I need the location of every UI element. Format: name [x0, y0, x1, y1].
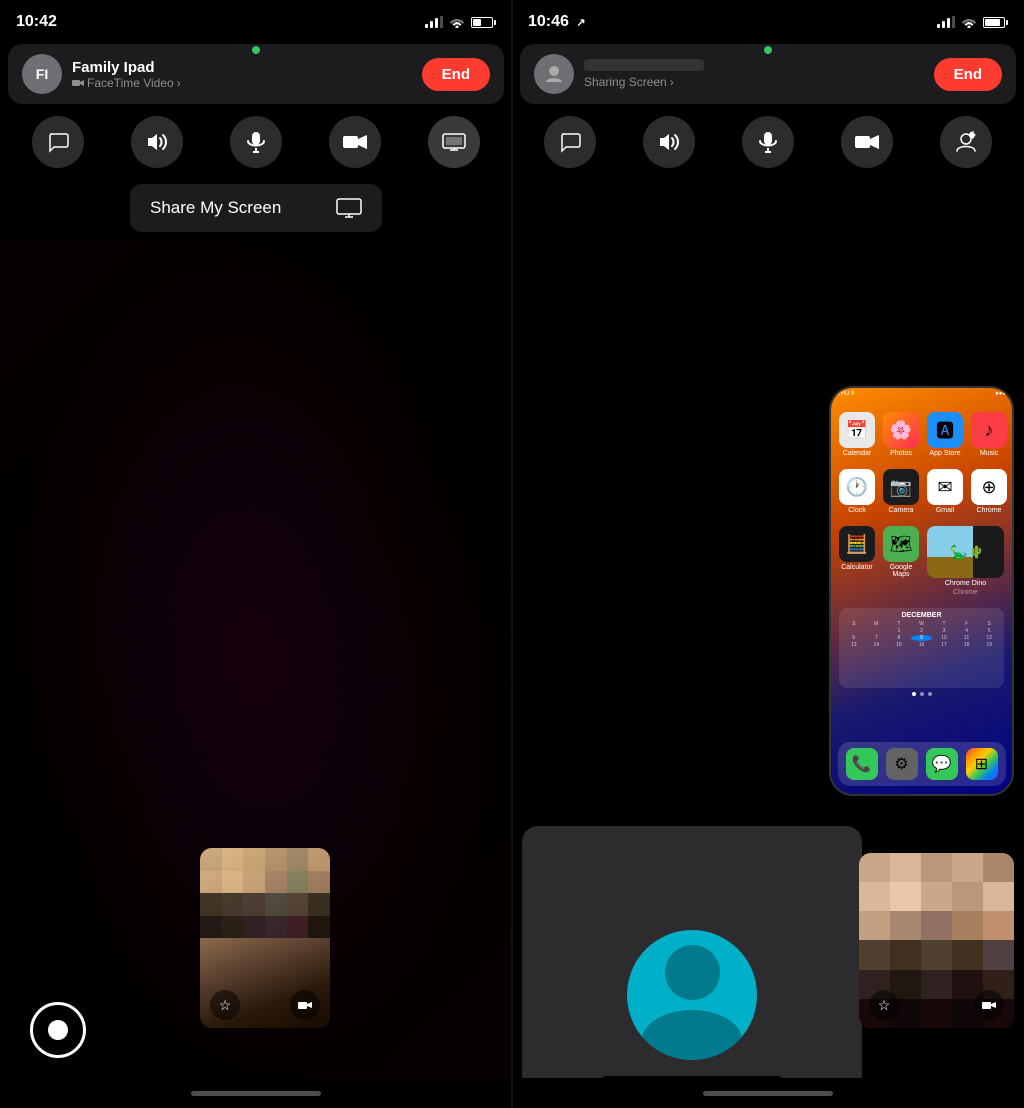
left-video-area: ☆ [0, 240, 512, 1078]
app-grid-row3: 🧮 Calculator 🗺 Google Maps 🦕 🌵 [831, 518, 1012, 604]
right-message-button[interactable] [544, 116, 596, 168]
right-home-indicator [512, 1078, 1024, 1108]
app-calculator-icon: 🧮 [839, 526, 875, 562]
left-thumb-camera-button[interactable] [290, 990, 320, 1020]
right-battery-icon [983, 17, 1008, 28]
app-chrome-icon: ⊕ [971, 469, 1007, 505]
left-mic-button[interactable] [230, 116, 282, 168]
left-thumb-star-button[interactable]: ☆ [210, 990, 240, 1020]
left-screen-share-button[interactable] [428, 116, 480, 168]
app-grid-row2: 🕐 Clock 📷 Camera ✉ Gmail ⊕ Chrome [831, 461, 1012, 522]
left-call-subtitle: FaceTime Video › [72, 76, 181, 90]
left-controls-row [8, 116, 504, 168]
app-appstore-icon: 🅰 [927, 412, 963, 448]
right-panel: 10:46 ↗ [512, 0, 1024, 1108]
left-green-dot [252, 46, 260, 54]
right-call-avatar [534, 54, 574, 94]
left-battery-icon [471, 17, 496, 28]
app-maps-icon: 🗺 [883, 526, 919, 562]
left-camera-button[interactable] [329, 116, 381, 168]
left-thumb-actions: ☆ [200, 990, 330, 1020]
right-speaker-button[interactable] [643, 116, 695, 168]
phone-screen-preview: THU 9 ●●● 📅 Calendar 🌸 Photos 🅰 [829, 386, 1014, 796]
app-music-icon: ♪ [971, 412, 1007, 448]
right-video-thumb: ☆ [859, 853, 1014, 1028]
right-wifi-icon [961, 16, 977, 28]
right-green-dot [764, 46, 772, 54]
right-name-redacted [584, 59, 704, 71]
chrome-game-card: 🦕 🌵 [927, 526, 1004, 578]
left-time: 10:42 [16, 13, 57, 31]
app-camera-icon: 📷 [883, 469, 919, 505]
right-end-button[interactable]: End [934, 58, 1002, 91]
left-wifi-icon [449, 16, 465, 28]
left-speaker-button[interactable] [131, 116, 183, 168]
dock-messages-icon: 💬 [926, 748, 958, 780]
panel-divider [511, 0, 513, 1108]
right-thumb-actions: ☆ [859, 990, 1014, 1020]
avatar-body [642, 1010, 742, 1060]
right-mic-button[interactable] [742, 116, 794, 168]
right-status-bar: 10:46 ↗ [512, 0, 1024, 44]
page-dots [831, 692, 1012, 696]
left-end-button[interactable]: End [422, 58, 490, 91]
left-signal-icon [425, 16, 443, 28]
phone-dock: 📞 ⚙ 💬 ⊞ [838, 742, 1006, 786]
app-photos-icon: 🌸 [883, 412, 919, 448]
share-screen-button[interactable]: Share My Screen [130, 184, 382, 232]
right-call-info: Sharing Screen › [584, 59, 704, 89]
right-controls-row [520, 116, 1016, 168]
left-call-info: Family Ipad FaceTime Video › [72, 59, 181, 90]
right-call-subtitle: Sharing Screen › [584, 75, 704, 89]
right-time: 10:46 ↗ [528, 13, 586, 31]
dock-settings-icon: ⚙ [886, 748, 918, 780]
left-panel: 10:42 FI [0, 0, 512, 1108]
dock-apps-icon: ⊞ [966, 748, 998, 780]
left-video-thumb-container: ☆ [200, 848, 330, 1028]
share-screen-label: Share My Screen [150, 198, 281, 218]
right-content-area: THU 9 ●●● 📅 Calendar 🌸 Photos 🅰 [512, 176, 1024, 1078]
left-home-indicator [0, 1078, 512, 1108]
dock-phone-icon: 📞 [846, 748, 878, 780]
avatar-head [665, 945, 720, 1000]
right-signal-icon [937, 16, 955, 28]
share-screen-icon [336, 198, 362, 218]
left-video-thumb: ☆ [200, 848, 330, 1028]
app-grid-row1: 📅 Calendar 🌸 Photos 🅰 App Store ♪ Music [831, 404, 1012, 465]
remote-avatar-circle [627, 930, 757, 1060]
record-button[interactable] [30, 1002, 86, 1058]
remote-participant-area [522, 826, 862, 1078]
right-thumb-camera-button[interactable] [974, 990, 1004, 1020]
right-camera-button[interactable] [841, 116, 893, 168]
left-status-bar: 10:42 [0, 0, 512, 44]
left-status-icons [425, 16, 496, 28]
calendar-widget: DECEMBER S M T W T F S 1 2 3 4 [839, 608, 1004, 688]
left-call-name: Family Ipad [72, 59, 181, 76]
app-gmail-icon: ✉ [927, 469, 963, 505]
app-clock-icon: 🕐 [839, 469, 875, 505]
right-status-icons [937, 16, 1008, 28]
location-arrow-icon: ↗ [576, 17, 585, 29]
left-message-button[interactable] [32, 116, 84, 168]
left-call-avatar: FI [22, 54, 62, 94]
phone-preview-content: THU 9 ●●● 📅 Calendar 🌸 Photos 🅰 [831, 388, 1012, 794]
app-calendar-icon: 📅 [839, 412, 875, 448]
right-share-avatar-button[interactable] [940, 116, 992, 168]
right-thumb-star-button[interactable]: ☆ [869, 990, 899, 1020]
avatar-name-redacted [602, 1076, 782, 1078]
